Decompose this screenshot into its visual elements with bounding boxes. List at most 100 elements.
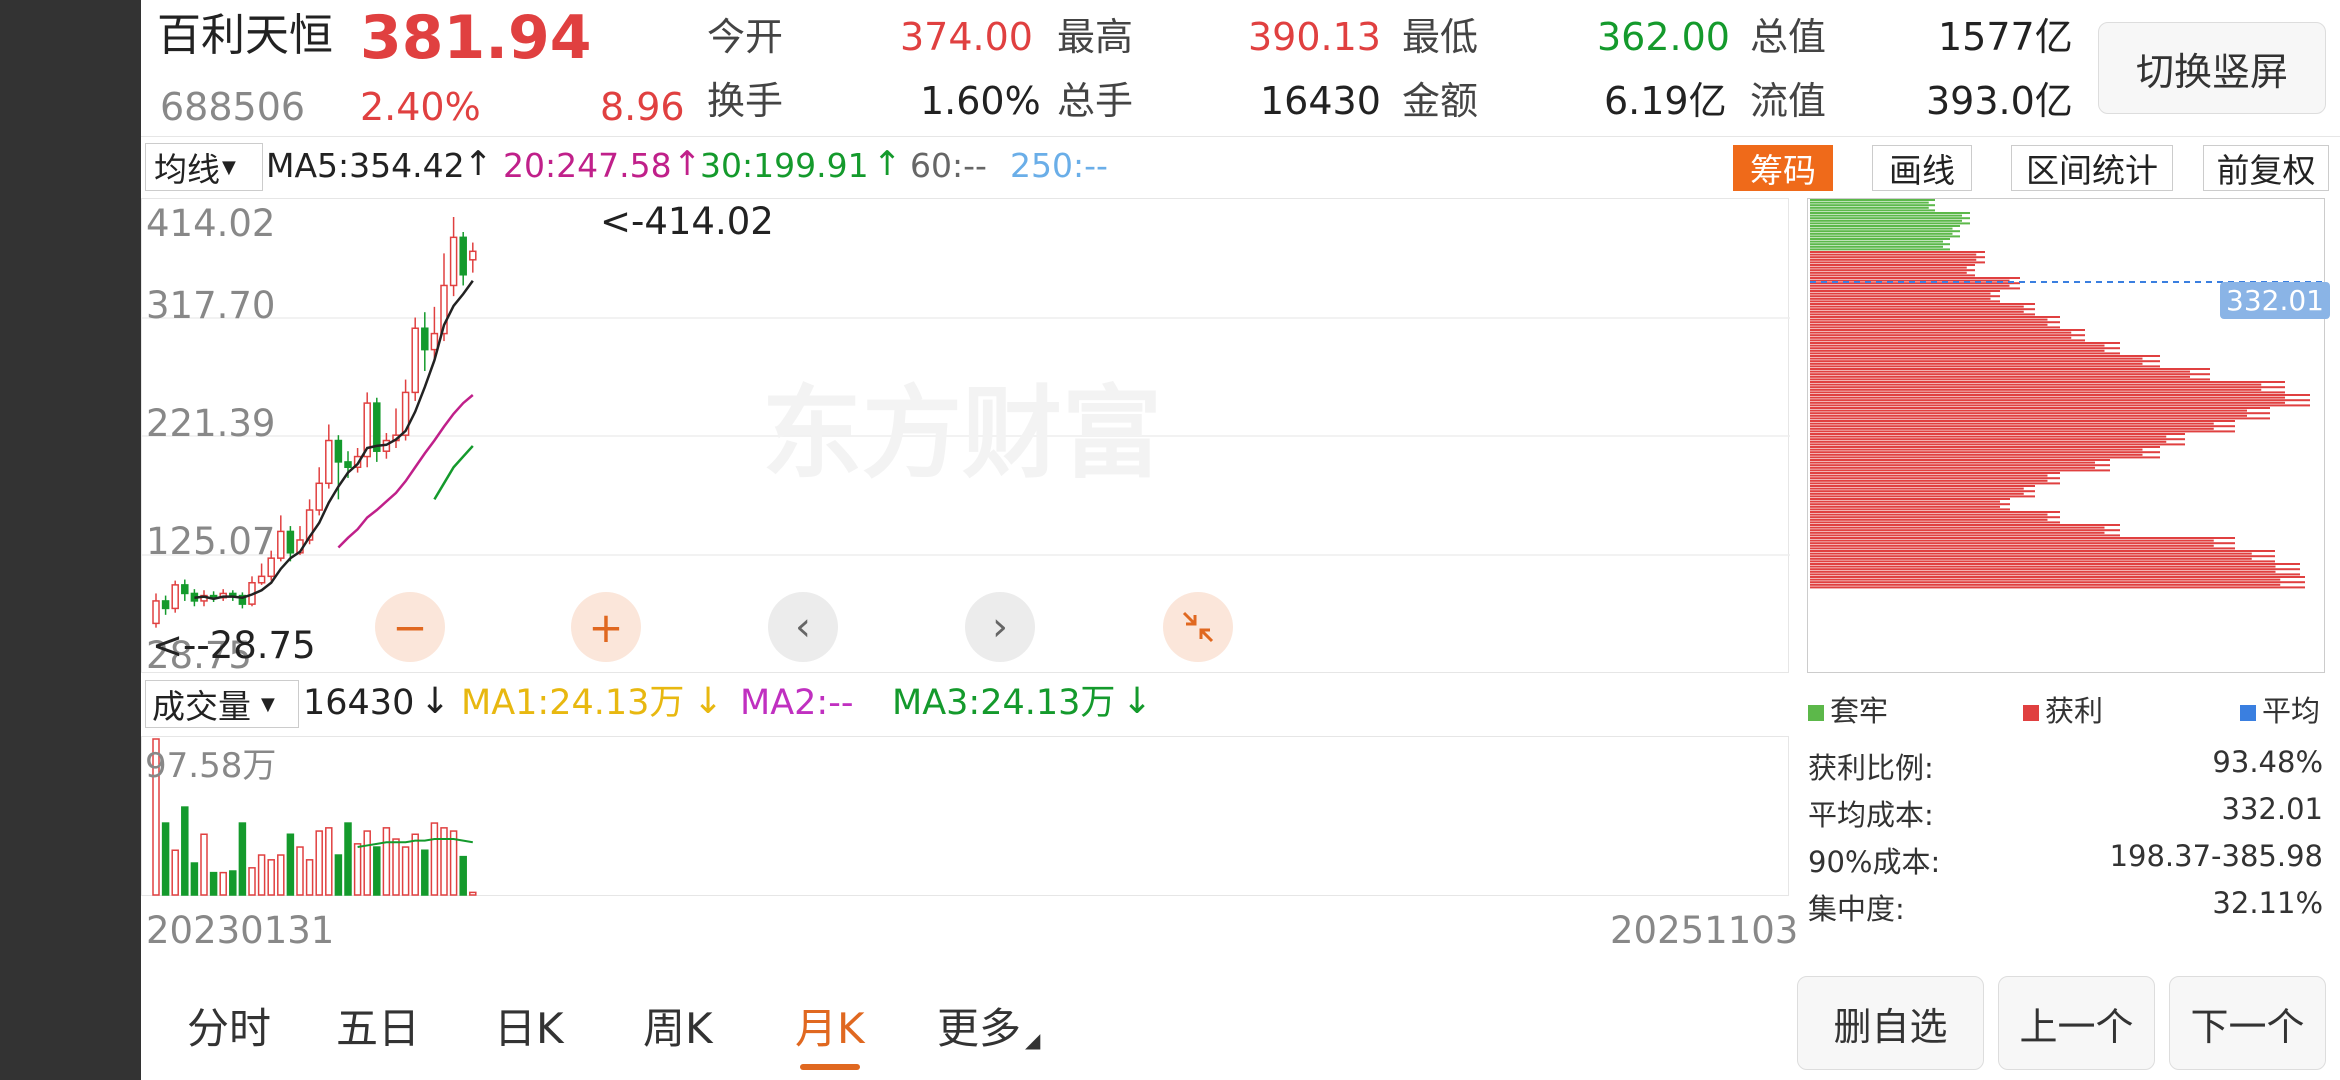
chip-bar — [1810, 326, 2060, 329]
chip-bar — [1810, 204, 1935, 207]
chip-bar — [1810, 417, 2270, 420]
chip-bar — [1810, 321, 2060, 324]
collapse-button[interactable] — [1163, 592, 1233, 662]
chip-bar — [1810, 451, 2160, 454]
dropdown-arrow-icon: ▼ — [261, 693, 275, 715]
chip-bar — [1810, 466, 2095, 469]
min-price-annotation: <--28.75 — [152, 624, 316, 667]
vol-ma2-value: MA2:-- — [740, 683, 854, 723]
chip-bar — [1810, 336, 2072, 339]
volume-bar — [267, 859, 275, 896]
chip-bar — [1810, 516, 2060, 519]
chip-bar — [1810, 526, 2105, 529]
chip-bar — [1810, 568, 2300, 571]
volume-selector[interactable]: 成交量 ▼ — [145, 680, 299, 728]
chip-bar — [1810, 542, 2235, 545]
chip-bar — [1810, 440, 2167, 443]
kline-chart[interactable]: 东方财富 414.02 317.70 221.39 125.07 28.75 <… — [141, 198, 1790, 674]
switch-portrait-button[interactable]: 切换竖屏 — [2098, 22, 2326, 114]
chip-bar — [1810, 287, 2020, 290]
chip-bar — [1810, 461, 2095, 464]
chip-bar — [1810, 438, 2185, 441]
draw-line-button[interactable]: 画线 — [1872, 145, 1972, 191]
chip-bar — [1810, 498, 2010, 500]
tab-intraday[interactable]: 分时 — [187, 995, 271, 1056]
candle — [209, 591, 218, 602]
ma-selector[interactable]: 均线 ▼ — [145, 143, 263, 191]
chip-bar — [1810, 472, 2060, 474]
stat-row-profit-ratio: 获利比例: 93.48% — [1808, 745, 2323, 785]
scroll-right-button[interactable]: › — [965, 592, 1035, 662]
range-stats-button[interactable]: 区间统计 — [2011, 145, 2173, 191]
previous-stock-button[interactable]: 上一个 — [1998, 976, 2155, 1070]
candle-body — [286, 530, 295, 554]
chip-bar — [1810, 539, 2214, 542]
chip-bar — [1810, 292, 1991, 295]
zoom-in-button[interactable]: + — [571, 592, 641, 662]
legend-swatch — [2023, 705, 2039, 721]
tab-more[interactable]: 更多 — [937, 995, 1021, 1056]
chip-bar — [1810, 399, 2310, 402]
scroll-left-button[interactable]: ‹ — [768, 592, 838, 662]
chip-bar — [1810, 482, 2060, 485]
chip-bar — [1810, 365, 2160, 368]
volume-bar — [219, 871, 227, 896]
tab-monthly-k[interactable]: 月K — [795, 995, 865, 1056]
chip-bar — [1810, 518, 2048, 521]
next-stock-button[interactable]: 下一个 — [2169, 976, 2326, 1070]
chip-bar — [1810, 485, 2035, 487]
chip-bar — [1810, 581, 2305, 584]
candle — [373, 397, 381, 462]
chip-bar — [1810, 230, 1960, 233]
stat-value: 332.01 — [2221, 792, 2323, 826]
chip-bar — [1810, 347, 2120, 350]
candle-body — [411, 327, 419, 394]
chips-button[interactable]: 筹码 — [1733, 145, 1833, 191]
volume-bar — [392, 838, 400, 896]
chip-bar — [1810, 264, 1975, 266]
chip-bar — [1810, 334, 2085, 337]
candle-body — [373, 402, 381, 452]
mktcap-value: 1577亿 — [1938, 15, 2073, 59]
volume-bar — [181, 806, 189, 896]
volume-bar — [248, 867, 256, 896]
chip-bar — [1810, 251, 1985, 253]
adjust-button[interactable]: 前复权 — [2203, 145, 2329, 191]
candle — [161, 595, 170, 615]
volume-bar — [430, 822, 439, 896]
y-tick: 221.39 — [146, 402, 276, 445]
volume-selector-label: 成交量 — [152, 687, 251, 726]
chip-bar — [1810, 269, 1975, 272]
chip-bar — [1810, 550, 2275, 552]
candle — [449, 217, 458, 297]
candle-body — [449, 236, 458, 287]
tab-daily-k[interactable]: 日K — [494, 995, 564, 1056]
volume-bar — [277, 854, 285, 896]
chip-bar — [1810, 277, 2020, 279]
chip-bar — [1810, 253, 1977, 256]
change-pct: 2.40% — [360, 85, 481, 129]
chip-bar — [1810, 469, 2110, 472]
chip-bar — [1810, 339, 2085, 342]
chip-bar — [1810, 360, 2160, 363]
chip-bar — [1810, 235, 1960, 238]
avg-cost-tag: 332.01 — [2220, 282, 2330, 319]
chip-bar — [1810, 412, 2270, 415]
volume-bar — [305, 859, 314, 896]
chip-bar — [1810, 313, 2035, 316]
candle — [363, 392, 371, 468]
volume-bar — [469, 891, 477, 896]
tab-weekly-k[interactable]: 周K — [643, 995, 713, 1056]
candle-body — [229, 592, 237, 597]
chip-distribution-panel[interactable]: 332.01 — [1807, 198, 2330, 673]
chip-bar — [1810, 511, 2060, 513]
chip-bar — [1810, 238, 1950, 240]
zoom-out-button[interactable]: − — [375, 592, 445, 662]
tab-five-day[interactable]: 五日 — [336, 995, 420, 1056]
chip-bar — [1810, 303, 2035, 305]
remove-watchlist-button[interactable]: 删自选 — [1797, 976, 1984, 1070]
volume-chart[interactable]: 97.58万 — [141, 736, 1789, 896]
active-tab-indicator — [800, 1064, 860, 1070]
volume-arrow-icon: ↓ — [420, 681, 451, 722]
candle-body — [181, 584, 189, 595]
